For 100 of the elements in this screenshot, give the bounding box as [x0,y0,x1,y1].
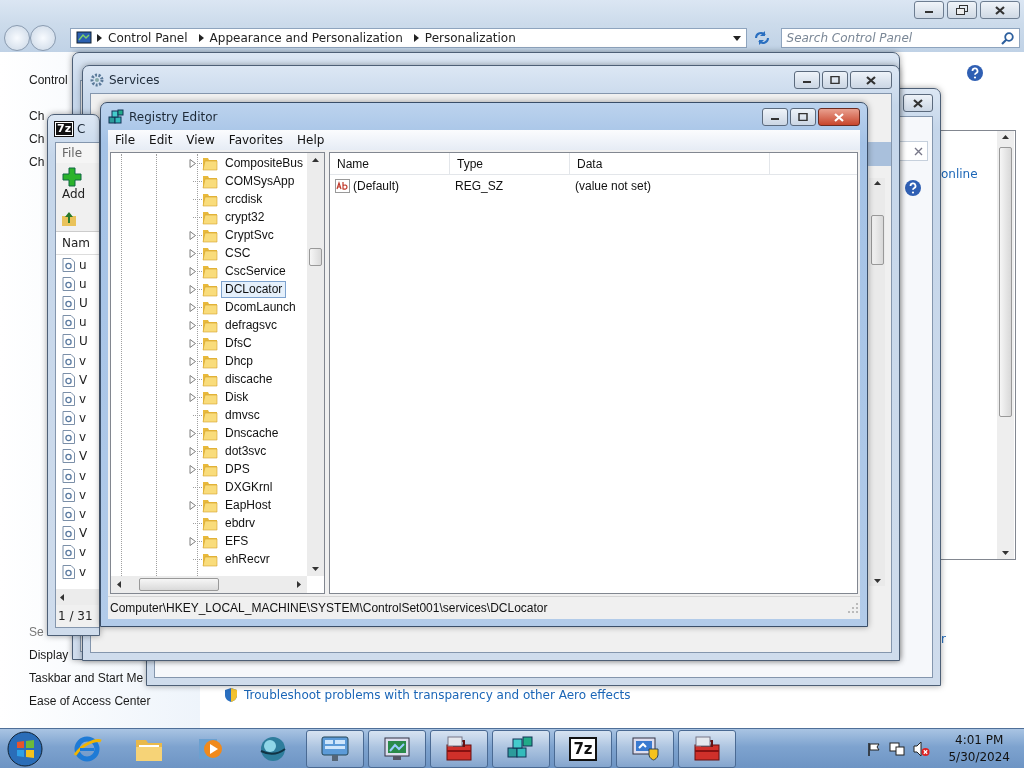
tree-item[interactable]: EapHost [221,496,276,514]
file-name[interactable]: v [79,468,87,483]
nav-link[interactable]: Ch [29,104,45,127]
file-name[interactable]: V [79,526,88,541]
link[interactable]: online [941,167,978,181]
minimize-button[interactable] [914,1,944,19]
scrollbar-thumb[interactable] [870,215,884,265]
tree-item[interactable]: ebdrv [221,514,260,532]
breadcrumb-item[interactable]: Control Panel [108,31,188,45]
expand-arrow-icon[interactable] [189,392,197,402]
tree-item[interactable]: Disk [221,388,253,406]
address-bar[interactable]: Control Panel Appearance and Personalization Personalization [70,28,747,48]
expand-arrow-icon[interactable] [189,500,197,510]
chevron-icon[interactable] [97,34,103,42]
expand-arrow-icon[interactable] [189,356,197,366]
scrollbar[interactable] [869,178,885,586]
taskbar-button[interactable]: 7z [554,729,612,768]
file-name[interactable]: u [79,257,87,272]
resize-grip-icon[interactable] [848,603,858,613]
link[interactable]: r [941,632,946,646]
scrollbar-thumb[interactable] [309,248,322,266]
menu-item[interactable]: File [108,133,143,147]
tree-item[interactable]: defragsvc [221,316,282,334]
minimize-button[interactable] [794,71,820,89]
tree-item[interactable]: DCLocator [221,280,287,298]
up-folder-icon[interactable] [61,211,77,227]
file-name[interactable]: v [79,545,87,560]
nav-link[interactable]: Control [29,68,68,91]
file-name[interactable]: u [79,276,87,291]
expand-arrow-icon[interactable] [189,320,197,330]
network-icon[interactable] [889,740,906,757]
tree-item[interactable]: crcdisk [221,190,267,208]
nav-link[interactable]: Ease of Access Center [29,689,151,712]
file-name[interactable]: V [79,449,88,464]
speaker-muted-icon[interactable] [913,740,931,757]
expand-arrow-icon[interactable] [189,230,197,240]
taskbar-button[interactable] [430,729,488,768]
column-header[interactable]: Nam [62,236,91,250]
taskbar-button[interactable] [368,729,426,768]
menu-item[interactable]: Favorites [221,133,291,147]
tree-item[interactable]: CscService [221,262,290,280]
tree-item[interactable]: DfsC [221,334,256,352]
dropdown-caret-icon[interactable] [732,35,741,41]
expand-arrow-icon[interactable] [189,374,197,384]
tree-item[interactable]: COMSysApp [221,172,299,190]
chevron-icon[interactable] [198,34,205,42]
tree-item[interactable]: crypt32 [221,208,269,226]
scrollbar[interactable] [997,131,1014,559]
file-name[interactable]: v [79,391,87,406]
tree-item[interactable]: dot3svc [221,442,271,460]
close-button[interactable] [980,1,1020,19]
tree-item[interactable]: CSC [221,244,255,262]
expand-arrow-icon[interactable] [189,302,197,312]
refresh-icon[interactable] [752,30,771,46]
taskbar-button[interactable] [616,729,674,768]
tree-item[interactable]: EFS [221,532,253,550]
expand-arrow-icon[interactable] [189,248,197,258]
tree-item[interactable]: CryptSvc [221,226,278,244]
close-button[interactable] [903,94,933,112]
tree-item[interactable]: DPS [221,460,254,478]
file-name[interactable]: v [79,564,87,579]
expand-arrow-icon[interactable] [189,428,197,438]
breadcrumb-item[interactable]: Appearance and Personalization [209,31,403,45]
flag-icon[interactable] [867,741,882,756]
file-name[interactable]: v [79,487,87,502]
close-icon[interactable] [914,146,923,156]
file-name[interactable]: v [79,507,87,522]
minimize-button[interactable] [762,108,788,126]
tree-item[interactable]: ehRecvr [221,550,274,568]
expand-arrow-icon[interactable] [189,158,197,168]
tree-item[interactable]: CompositeBus [221,154,307,172]
tree-item[interactable]: DXGKrnl [221,478,277,496]
close-button[interactable] [818,108,860,126]
column-header[interactable]: Type [450,153,570,174]
menu-item[interactable]: Edit [142,133,180,147]
expand-arrow-icon[interactable] [189,446,197,456]
taskbar-button[interactable] [492,729,550,768]
file-name[interactable]: v [79,430,87,445]
start-button[interactable] [4,728,46,768]
expand-arrow-icon[interactable] [189,338,197,348]
tree-item[interactable]: dmvsc [221,406,264,424]
column-header[interactable]: Name [330,153,450,174]
troubleshoot-link[interactable]: Troubleshoot problems with transparency and other Aero effects [244,688,631,702]
menu-item[interactable]: Help [290,133,332,147]
tree-item[interactable]: Dnscache [221,424,283,442]
back-button[interactable] [4,25,30,51]
file-name[interactable]: V [79,372,88,387]
file-name[interactable]: U [79,334,88,349]
scrollbar-thumb[interactable] [999,147,1012,417]
add-button[interactable]: Add [62,167,86,201]
file-name[interactable]: U [79,295,88,310]
file-name[interactable]: v [79,411,87,426]
column-header[interactable]: Data [570,153,770,174]
help-icon[interactable] [904,179,922,197]
tree-item[interactable]: DcomLaunch [221,298,300,316]
scrollbar[interactable] [307,153,324,576]
nav-link[interactable]: Display [29,643,69,666]
search-field[interactable]: Search Control Panel [780,28,1020,48]
clock[interactable]: 4:01 PM 5/30/2024 [938,731,1020,766]
file-name[interactable]: u [79,315,87,330]
